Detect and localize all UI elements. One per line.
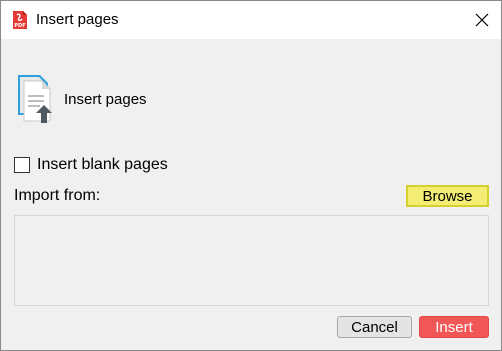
header-title: Insert pages	[64, 91, 147, 108]
close-button[interactable]	[467, 5, 497, 35]
pdf-app-icon-label: PDF	[14, 23, 25, 29]
insert-button[interactable]: Insert	[419, 316, 489, 338]
cancel-button[interactable]: Cancel	[337, 316, 412, 338]
import-file-list[interactable]	[14, 215, 489, 306]
import-from-label: Import from:	[14, 187, 101, 204]
title-bar: PDF Insert pages	[1, 1, 501, 39]
browse-button[interactable]: Browse	[406, 185, 489, 207]
insert-blank-pages-option[interactable]: Insert blank pages	[14, 156, 168, 174]
insert-pages-icon	[18, 75, 52, 123]
close-icon	[475, 13, 489, 27]
insert-pages-dialog: PDF Insert pages Insert pages Insert bla…	[0, 0, 502, 351]
insert-blank-pages-checkbox[interactable]	[14, 157, 30, 173]
pdf-app-icon: PDF	[13, 11, 27, 29]
insert-blank-pages-label[interactable]: Insert blank pages	[37, 156, 168, 174]
window-title: Insert pages	[36, 11, 119, 28]
